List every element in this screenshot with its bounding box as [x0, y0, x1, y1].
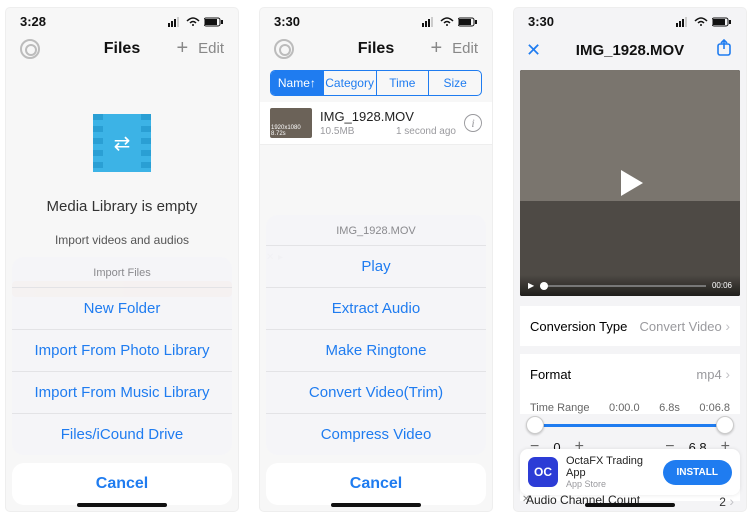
wifi-icon	[186, 17, 200, 27]
status-right	[676, 17, 732, 27]
home-indicator[interactable]	[585, 503, 675, 507]
screen-convert-video: 3:30 ✕ IMG_1928.MOV ▶ 00:00 00:06 Conver…	[514, 8, 746, 511]
cancel-button[interactable]: Cancel	[266, 463, 486, 505]
action-sheet: IMG_1928.MOV Play Extract Audio Make Rin…	[266, 215, 486, 505]
video-controls: ▶ 00:00 00:06	[520, 275, 740, 296]
action-new-folder[interactable]: New Folder	[12, 288, 232, 330]
page-title: IMG_1928.MOV	[550, 42, 710, 59]
action-compress-video[interactable]: Compress Video	[266, 414, 486, 455]
label: Conversion Type	[530, 319, 627, 334]
gear-icon[interactable]	[20, 39, 40, 59]
action-import-music[interactable]: Import From Music Library	[12, 372, 232, 414]
seg-size[interactable]: Size	[429, 71, 481, 95]
screen-file-actions: 3:30 Files + Edit Name↑ Category Time Siz…	[260, 8, 492, 511]
signal-icon	[676, 17, 690, 27]
tr-start: 0:00.0	[609, 402, 640, 414]
ad-app-icon: OC	[528, 457, 558, 487]
file-row[interactable]: 1920x1080 8.72s IMG_1928.MOV 10.5MB 1 sec…	[260, 102, 492, 145]
media-library-icon: ⇄	[93, 114, 151, 172]
status-time: 3:28	[20, 14, 46, 29]
video-player[interactable]: ▶ 00:00 00:06	[520, 70, 740, 296]
signal-icon	[168, 17, 182, 27]
status-bar: 3:30	[260, 8, 492, 31]
row-format[interactable]: Format mp4 ›	[520, 354, 740, 394]
nav-bar: Files + Edit	[260, 31, 492, 68]
gear-icon[interactable]	[274, 39, 294, 59]
status-right	[422, 17, 478, 27]
battery-icon	[204, 17, 224, 27]
action-extract-audio[interactable]: Extract Audio	[266, 288, 486, 330]
screen-empty-library: 3:28 Files + Edit ⇄ Media Library is empt…	[6, 8, 238, 511]
action-import-photo[interactable]: Import From Photo Library	[12, 330, 232, 372]
empty-title: Media Library is empty	[47, 198, 198, 215]
status-time: 3:30	[528, 14, 554, 29]
install-button[interactable]: INSTALL	[663, 460, 732, 485]
edit-button[interactable]: Edit	[452, 40, 478, 57]
file-size: 10.5MB	[320, 126, 354, 137]
status-right	[168, 17, 224, 27]
sheet-title: Import Files	[12, 257, 232, 288]
home-indicator[interactable]	[331, 503, 421, 507]
info-icon[interactable]: i	[464, 114, 482, 132]
page-title: Files	[74, 40, 170, 58]
status-bar: 3:30	[514, 8, 746, 31]
ad-title: OctaFX Trading App	[566, 455, 663, 479]
label: Format	[530, 367, 571, 382]
status-time: 3:30	[274, 14, 300, 29]
wifi-icon	[440, 17, 454, 27]
sheet-title: IMG_1928.MOV	[266, 215, 486, 246]
time-range-slider[interactable]	[530, 416, 730, 434]
value: mp4	[696, 367, 721, 382]
action-files-icloud[interactable]: Files/iCound Drive	[12, 414, 232, 455]
cancel-button[interactable]: Cancel	[12, 463, 232, 505]
time-total: 00:06	[712, 281, 732, 290]
play-icon[interactable]	[613, 166, 647, 200]
nav-bar: Files + Edit	[6, 31, 238, 68]
ad-banner[interactable]: OC OctaFX Trading App App Store INSTALL	[520, 449, 740, 495]
seg-category[interactable]: Category	[324, 71, 377, 95]
label: Time Range	[530, 402, 590, 414]
row-conversion-type[interactable]: Conversion Type Convert Video ›	[520, 306, 740, 346]
chevron-right-icon: ›	[729, 493, 734, 509]
chevron-right-icon: ›	[725, 318, 730, 334]
file-name: IMG_1928.MOV	[320, 109, 456, 124]
page-title: Files	[328, 40, 424, 58]
value: 2	[719, 495, 726, 509]
edit-button[interactable]: Edit	[198, 40, 224, 57]
tr-end: 0:06.8	[699, 402, 730, 414]
file-thumbnail: 1920x1080 8.72s	[270, 108, 312, 138]
share-icon[interactable]	[710, 39, 734, 62]
tr-mid: 6.8s	[659, 402, 680, 414]
home-indicator[interactable]	[77, 503, 167, 507]
action-convert-video[interactable]: Convert Video(Trim)	[266, 372, 486, 414]
ad-subtitle: App Store	[566, 479, 663, 489]
chevron-right-icon: ›	[725, 366, 730, 382]
play-small-icon[interactable]: ▶	[528, 281, 534, 290]
battery-icon	[458, 17, 478, 27]
battery-icon	[712, 17, 732, 27]
empty-subtitle: Import videos and audios	[55, 233, 189, 247]
seek-bar[interactable]	[540, 285, 706, 287]
action-play[interactable]: Play	[266, 246, 486, 288]
action-make-ringtone[interactable]: Make Ringtone	[266, 330, 486, 372]
file-age: 1 second ago	[396, 126, 456, 137]
nav-bar: ✕ IMG_1928.MOV	[514, 31, 746, 70]
row-time-range: Time Range 0:00.0 6.8s 0:06.8	[520, 394, 740, 414]
add-button[interactable]: +	[176, 37, 188, 60]
value: Convert Video	[640, 319, 722, 334]
status-bar: 3:28	[6, 8, 238, 31]
wifi-icon	[694, 17, 708, 27]
action-sheet: Import Files New Folder Import From Phot…	[12, 257, 232, 505]
sort-segmented: Name↑ Category Time Size	[270, 70, 482, 96]
add-button[interactable]: +	[430, 37, 442, 60]
close-icon[interactable]: ✕	[526, 40, 550, 61]
signal-icon	[422, 17, 436, 27]
seg-time[interactable]: Time	[377, 71, 430, 95]
seg-name[interactable]: Name↑	[271, 71, 324, 95]
